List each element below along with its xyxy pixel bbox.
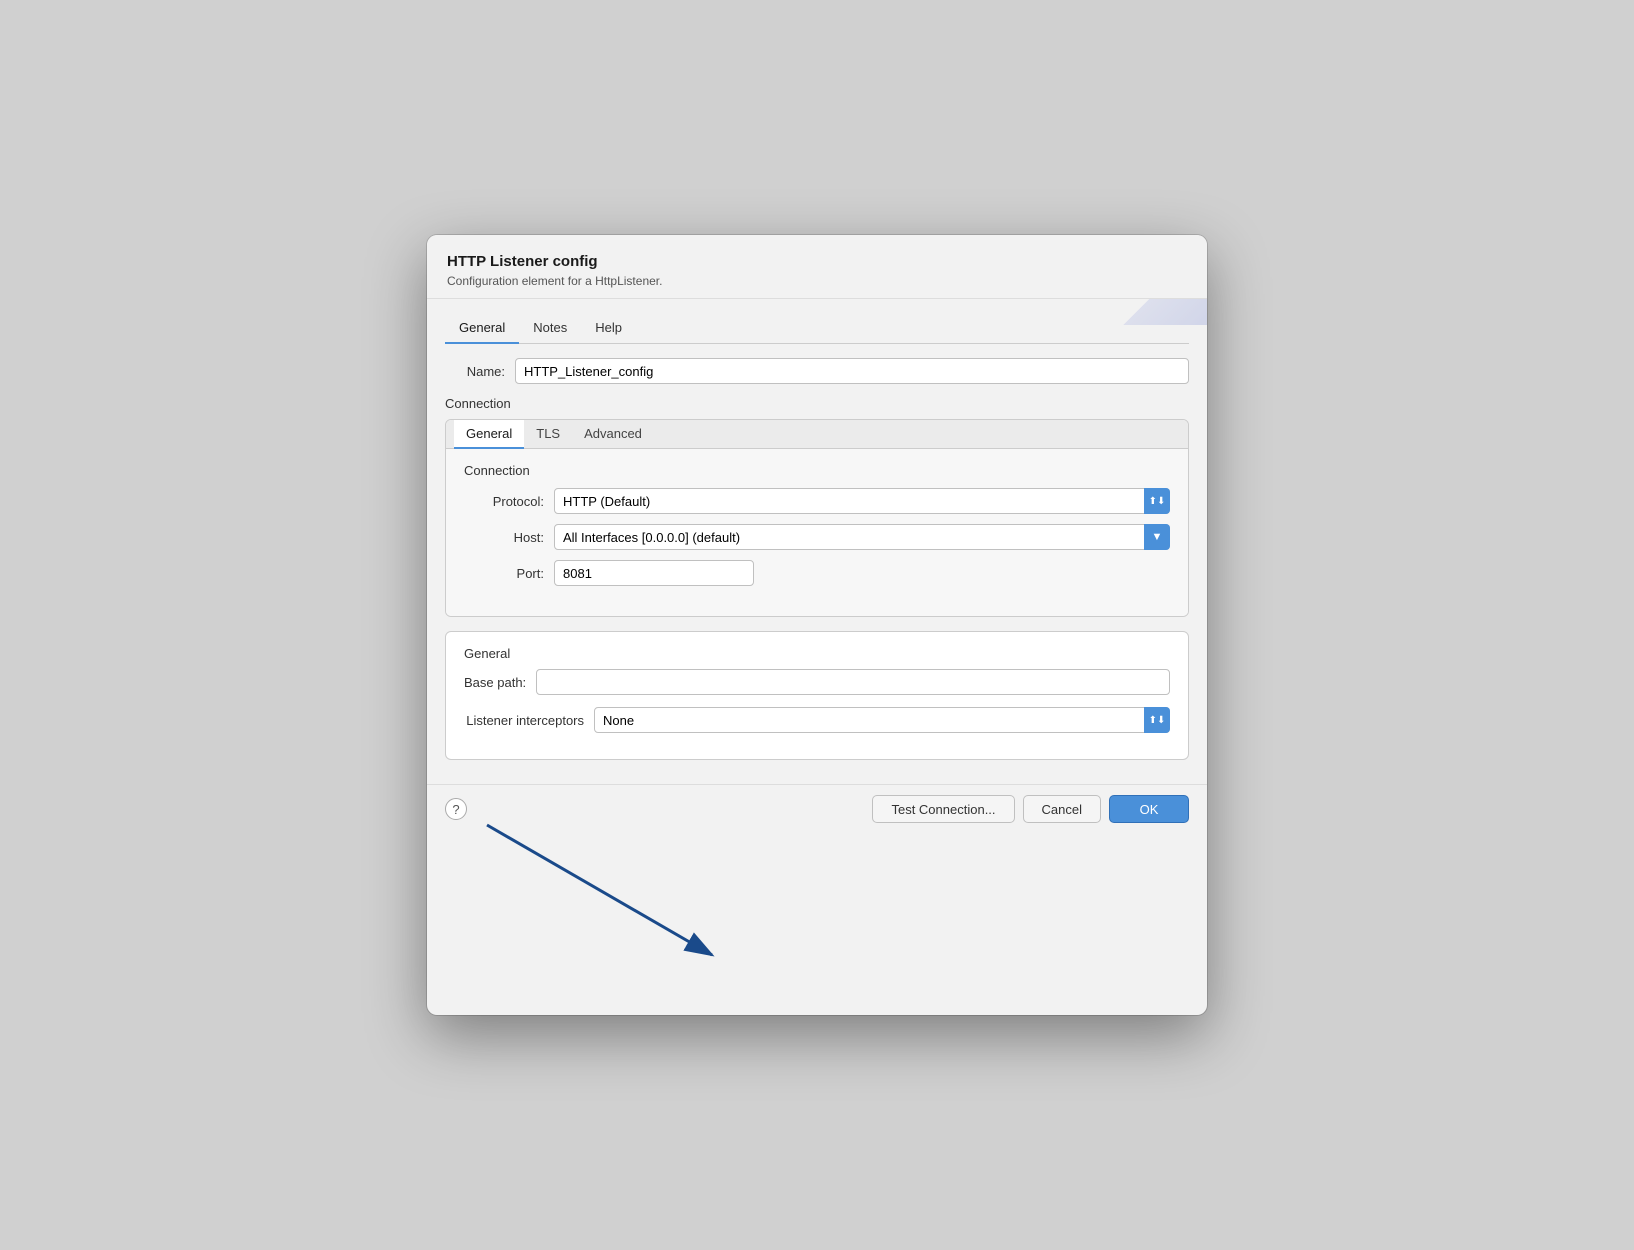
host-row: Host: All Interfaces [0.0.0.0] (default)… [464,524,1170,550]
tab-general-inner[interactable]: General [454,420,524,449]
footer-left: ? [445,798,467,820]
base-path-row: Base path: [464,669,1170,695]
name-input[interactable] [515,358,1189,384]
dialog-body: General Notes Help Name: Connection Gene… [427,299,1207,784]
dialog-subtitle: Configuration element for a HttpListener… [447,274,1187,288]
outer-tabs: General Notes Help [445,313,1189,344]
inner-tab-content: Connection Protocol: HTTP (Default) ⬆⬇ [446,449,1188,616]
host-select-wrapper: All Interfaces [0.0.0.0] (default) ▼ [554,524,1170,550]
tab-notes-outer[interactable]: Notes [519,313,581,344]
inner-tabs: General TLS Advanced [446,420,1188,449]
ok-button[interactable]: OK [1109,795,1189,823]
general-section: General Base path: Listener interceptors… [445,631,1189,760]
port-label: Port: [464,566,554,581]
tab-general-outer[interactable]: General [445,313,519,344]
cancel-button[interactable]: Cancel [1023,795,1101,823]
tab-tls-inner[interactable]: TLS [524,420,572,449]
help-button[interactable]: ? [445,798,467,820]
dialog-title: HTTP Listener config [447,253,1187,270]
general-section-label: General [464,646,1170,661]
dialog-footer: ? Test Connection... Cancel OK [427,784,1207,837]
tab-help-outer[interactable]: Help [581,313,636,344]
http-listener-config-dialog: HTTP Listener config Configuration eleme… [427,235,1207,1015]
listener-interceptors-select-wrapper: None ⬆⬇ [594,707,1170,733]
connection-section-label: Connection [445,396,1189,411]
host-select[interactable]: All Interfaces [0.0.0.0] (default) [554,524,1170,550]
connection-card: General TLS Advanced Connection Protocol… [445,419,1189,617]
connection-inner-label: Connection [464,463,1170,478]
listener-interceptors-row: Listener interceptors None ⬆⬇ [464,707,1170,733]
protocol-select-wrapper: HTTP (Default) ⬆⬇ [554,488,1170,514]
protocol-row: Protocol: HTTP (Default) ⬆⬇ [464,488,1170,514]
protocol-label: Protocol: [464,494,554,509]
footer-right: Test Connection... Cancel OK [872,795,1189,823]
test-connection-button[interactable]: Test Connection... [872,795,1014,823]
dialog-header: HTTP Listener config Configuration eleme… [427,235,1207,299]
listener-interceptors-select[interactable]: None [594,707,1170,733]
host-label: Host: [464,530,554,545]
name-field-row: Name: [445,358,1189,384]
tab-advanced-inner[interactable]: Advanced [572,420,654,449]
port-input[interactable] [554,560,754,586]
port-row: Port: [464,560,1170,586]
listener-interceptors-label: Listener interceptors [464,713,594,728]
base-path-label: Base path: [464,675,536,690]
name-label: Name: [445,364,515,379]
base-path-input[interactable] [536,669,1170,695]
protocol-select[interactable]: HTTP (Default) [554,488,1170,514]
